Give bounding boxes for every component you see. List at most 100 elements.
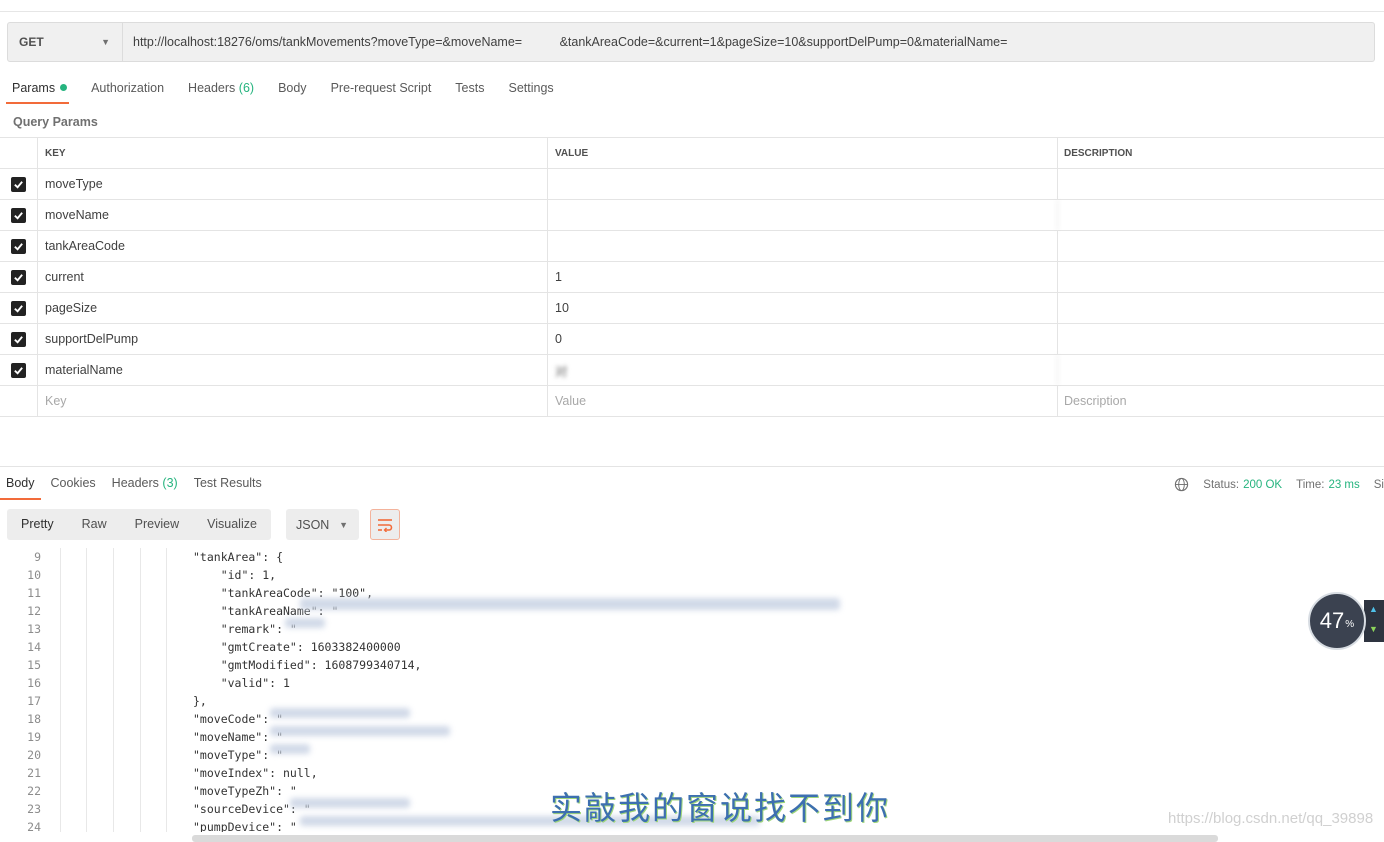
tab-cookies[interactable]: Cookies xyxy=(45,474,102,500)
view-preview-button[interactable]: Preview xyxy=(121,509,193,540)
param-key[interactable]: moveName xyxy=(38,200,548,230)
param-value[interactable]: 0 xyxy=(548,324,1058,354)
param-value[interactable] xyxy=(548,231,1058,261)
checkbox[interactable] xyxy=(11,300,26,316)
new-param-row: Key Value Description xyxy=(0,386,1384,417)
status-value: 200 OK xyxy=(1243,478,1283,491)
param-key[interactable]: supportDelPump xyxy=(38,324,548,354)
count-badge: (3) xyxy=(162,476,178,490)
view-pretty-button[interactable]: Pretty xyxy=(7,509,68,540)
view-visualize-button[interactable]: Visualize xyxy=(193,509,271,540)
memory-usage-widget[interactable]: 47% xyxy=(1308,592,1366,650)
param-checkbox-cell xyxy=(0,293,38,323)
param-description[interactable] xyxy=(1058,355,1384,385)
line-number: 13 xyxy=(27,622,41,636)
tab-label: Body xyxy=(278,81,307,95)
url-input[interactable]: http://localhost:18276/oms/tankMovements… xyxy=(123,35,1032,49)
value-input[interactable]: Value xyxy=(548,386,1058,416)
param-row: pageSize 10 xyxy=(0,293,1384,324)
active-dot-icon xyxy=(60,84,68,91)
redacted-region xyxy=(290,798,410,808)
param-key[interactable]: current xyxy=(38,262,548,292)
view-raw-button[interactable]: Raw xyxy=(68,509,121,540)
param-row: moveName xyxy=(0,200,1384,231)
param-description[interactable] xyxy=(1058,262,1384,292)
tab-response-headers[interactable]: Headers (3) xyxy=(106,474,184,500)
checkbox[interactable] xyxy=(11,207,26,223)
horizontal-scrollbar[interactable] xyxy=(192,835,1218,842)
tab-tests[interactable]: Tests xyxy=(443,78,496,104)
response-divider xyxy=(0,466,1384,467)
code-line: 21 "moveIndex": null, xyxy=(0,764,1384,782)
checkbox[interactable] xyxy=(11,238,26,254)
param-checkbox-cell xyxy=(0,169,38,199)
param-key[interactable]: tankAreaCode xyxy=(38,231,548,261)
format-select[interactable]: JSON ▼ xyxy=(286,509,359,540)
method-select[interactable]: GET ▼ xyxy=(8,23,123,61)
tab-response-body[interactable]: Body xyxy=(0,474,41,500)
code-line: 16 "valid": 1 xyxy=(0,674,1384,692)
line-number: 9 xyxy=(34,550,41,564)
param-key[interactable]: moveType xyxy=(38,169,548,199)
check-icon xyxy=(14,335,23,344)
tab-settings[interactable]: Settings xyxy=(496,78,565,104)
param-key[interactable]: pageSize xyxy=(38,293,548,323)
watermark-text: 实敲我的窗说找不到你 xyxy=(550,789,891,827)
upload-arrow-icon: ▲ xyxy=(1369,604,1378,614)
tab-pre-request-script[interactable]: Pre-request Script xyxy=(319,78,444,104)
param-value[interactable]: 1 xyxy=(548,262,1058,292)
param-description[interactable] xyxy=(1058,231,1384,261)
param-checkbox-cell xyxy=(0,324,38,354)
wrap-lines-button[interactable] xyxy=(370,509,400,540)
param-description[interactable] xyxy=(1058,200,1384,230)
code-line: 17}, xyxy=(0,692,1384,710)
wrap-icon xyxy=(378,518,393,532)
param-checkbox-cell xyxy=(0,231,38,261)
param-value[interactable] xyxy=(548,169,1058,199)
code-text: "remark": " xyxy=(193,622,297,636)
tab-test-results[interactable]: Test Results xyxy=(188,474,268,500)
param-description[interactable] xyxy=(1058,293,1384,323)
request-tabs: Params Authorization Headers (6) Body Pr… xyxy=(0,78,566,104)
redacted-region xyxy=(270,726,450,736)
param-value[interactable]: 10 xyxy=(548,293,1058,323)
response-status-bar: Status: 200 OK Time: 23 ms Si xyxy=(1174,477,1384,492)
code-line: 10 "id": 1, xyxy=(0,566,1384,584)
tab-headers[interactable]: Headers (6) xyxy=(176,78,266,104)
code-line: 15 "gmtModified": 1608799340714, xyxy=(0,656,1384,674)
check-icon xyxy=(14,180,23,189)
checkbox[interactable] xyxy=(11,362,26,378)
column-header-key: KEY xyxy=(38,138,548,168)
param-row: current 1 xyxy=(0,262,1384,293)
tab-params[interactable]: Params xyxy=(0,78,79,104)
checkbox[interactable] xyxy=(11,176,26,192)
percent-unit: % xyxy=(1345,618,1355,630)
key-input[interactable]: Key xyxy=(38,386,548,416)
tab-label: Headers xyxy=(111,476,159,490)
param-value[interactable] xyxy=(548,200,1058,230)
tab-body[interactable]: Body xyxy=(266,78,319,104)
line-number: 11 xyxy=(27,586,41,600)
chevron-down-icon: ▼ xyxy=(339,519,348,530)
code-text: "valid": 1 xyxy=(193,676,290,690)
param-value[interactable]: 对 xyxy=(548,355,1058,385)
param-key[interactable]: materialName xyxy=(38,355,548,385)
description-input[interactable]: Description xyxy=(1058,386,1384,416)
param-checkbox-cell xyxy=(0,200,38,230)
tab-authorization[interactable]: Authorization xyxy=(79,78,176,104)
code-line: 19 "moveName": " xyxy=(0,728,1384,746)
check-icon xyxy=(14,211,23,220)
line-number: 10 xyxy=(27,568,41,582)
param-description[interactable] xyxy=(1058,169,1384,199)
globe-icon[interactable] xyxy=(1174,477,1189,492)
line-number: 12 xyxy=(27,604,41,618)
line-number: 20 xyxy=(27,748,41,762)
code-line: 18 "moveCode": " xyxy=(0,710,1384,728)
checkbox[interactable] xyxy=(11,269,26,285)
check-icon xyxy=(14,242,23,251)
line-number: 18 xyxy=(27,712,41,726)
param-description[interactable] xyxy=(1058,324,1384,354)
checkbox[interactable] xyxy=(11,331,26,347)
check-icon xyxy=(14,273,23,282)
redacted-region xyxy=(270,744,310,754)
